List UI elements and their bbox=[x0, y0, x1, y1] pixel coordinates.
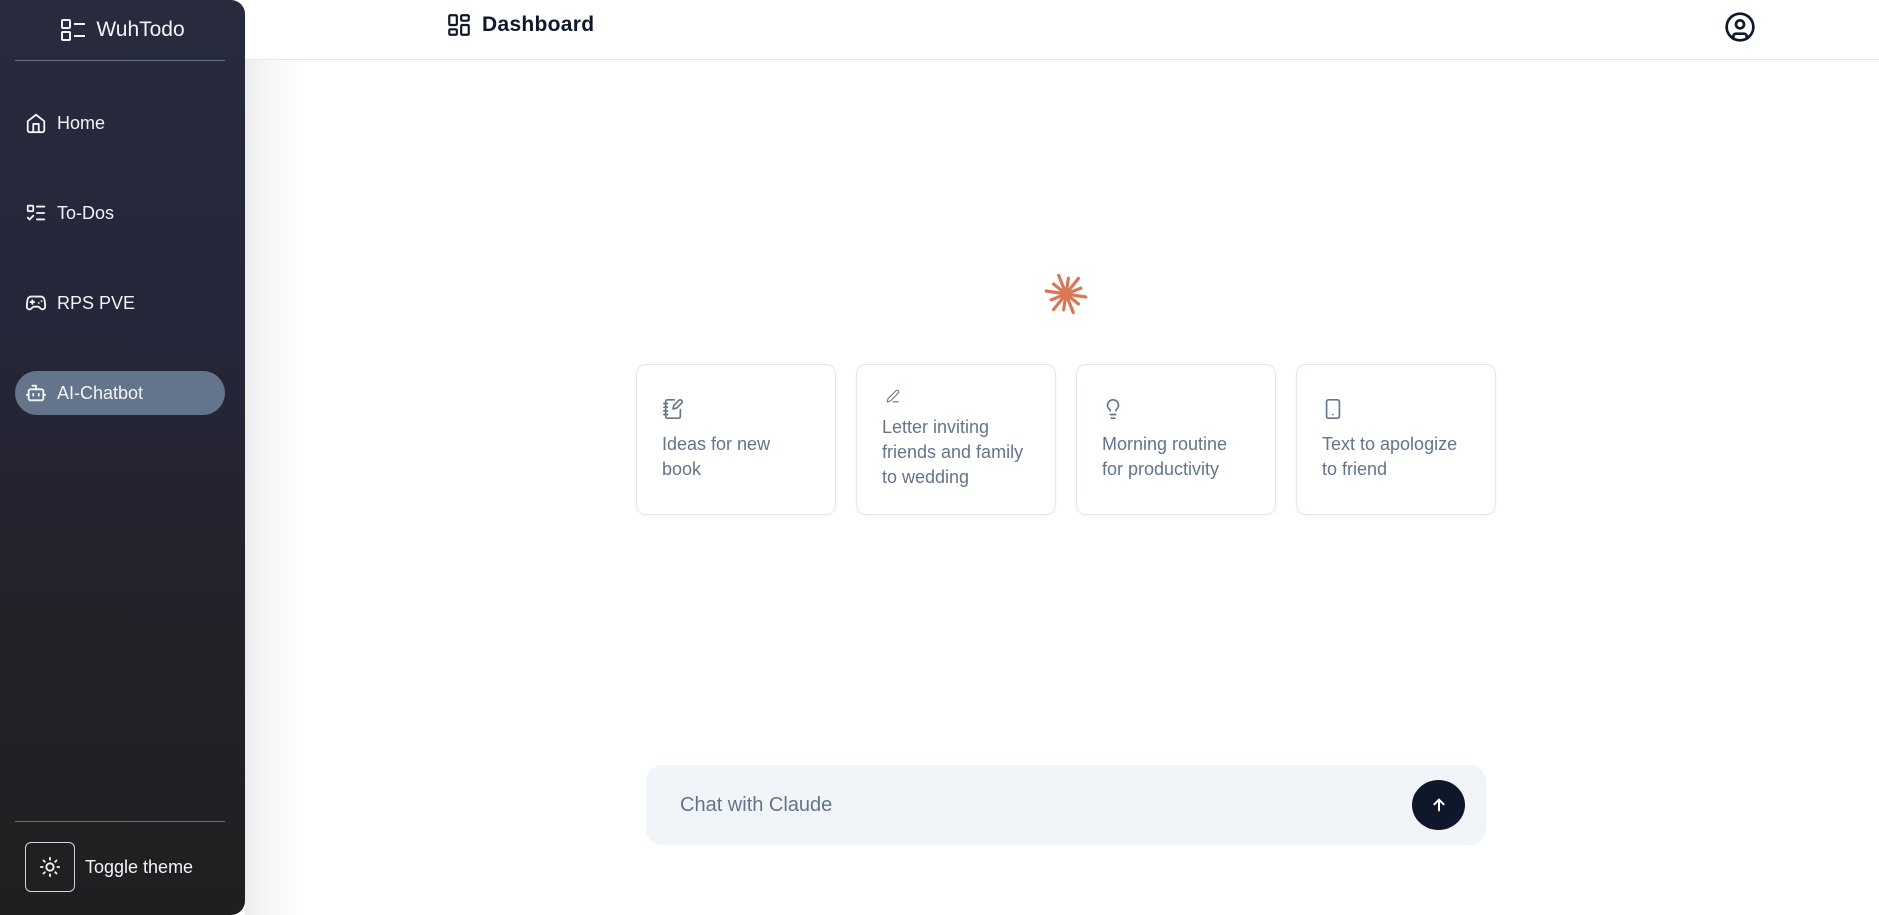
chat-box bbox=[646, 765, 1486, 845]
sidebar-shadow bbox=[245, 0, 305, 915]
dashboard-icon bbox=[448, 14, 470, 36]
user-circle-icon bbox=[1725, 12, 1755, 42]
sidebar-item-ai-chatbot[interactable]: AI-Chatbot bbox=[15, 371, 225, 415]
divider bbox=[15, 821, 225, 822]
sidebar-item-home[interactable]: Home bbox=[15, 101, 225, 145]
brand[interactable]: WuhTodo bbox=[0, 14, 245, 46]
sidebar-item-label: AI-Chatbot bbox=[57, 382, 144, 403]
page-title-text: Dashboard bbox=[482, 13, 595, 36]
sidebar: WuhTodo Home To-Dos RPS PVE AI-Chatbot T… bbox=[0, 0, 245, 915]
suggestion-card[interactable]: Letter inviting friends and family to we… bbox=[856, 364, 1056, 515]
page-title: Dashboard bbox=[446, 12, 594, 38]
notebook-pen-icon bbox=[663, 398, 683, 419]
app-name: WuhTodo bbox=[96, 18, 185, 41]
toggle-theme-button[interactable]: Toggle theme bbox=[25, 842, 193, 892]
suggestion-cards: Ideas for new book Letter inviting frien… bbox=[636, 364, 1496, 515]
sun-icon bbox=[39, 856, 61, 878]
toggle-theme-icon-box[interactable] bbox=[25, 842, 75, 892]
list-checks-icon bbox=[26, 204, 46, 221]
toggle-theme-label: Toggle theme bbox=[85, 856, 194, 877]
home-icon bbox=[26, 113, 46, 134]
app-logo-icon bbox=[61, 19, 86, 41]
suggestion-text: Letter inviting friends and family to we… bbox=[882, 417, 1024, 487]
suggestion-text: Ideas for new book bbox=[662, 433, 771, 479]
sidebar-item-rps-pve[interactable]: RPS PVE bbox=[15, 281, 225, 325]
bot-icon bbox=[25, 384, 47, 402]
arrow-up-icon bbox=[1432, 798, 1445, 812]
divider bbox=[15, 60, 225, 61]
suggestion-card[interactable]: Text to apologize to friend bbox=[1296, 364, 1496, 515]
pencil-icon bbox=[886, 389, 900, 403]
suggestion-card[interactable]: Ideas for new book bbox=[636, 364, 836, 515]
header: Dashboard bbox=[0, 0, 1879, 60]
sidebar-item-label: RPS PVE bbox=[57, 292, 136, 313]
tablet-icon bbox=[1325, 398, 1341, 419]
user-menu-button[interactable] bbox=[1724, 11, 1756, 43]
claude-sparkle-icon bbox=[1044, 273, 1088, 315]
suggestion-text: Text to apologize to friend bbox=[1322, 433, 1458, 479]
suggestion-text: Morning routine for productivity bbox=[1102, 433, 1228, 479]
suggestion-card[interactable]: Morning routine for productivity bbox=[1076, 364, 1276, 515]
lightbulb-icon bbox=[1106, 398, 1120, 419]
chat-input[interactable] bbox=[680, 783, 1380, 827]
send-button[interactable] bbox=[1412, 780, 1465, 830]
sidebar-item-todos[interactable]: To-Dos bbox=[15, 191, 225, 235]
sidebar-item-label: Home bbox=[57, 112, 106, 133]
gamepad-icon bbox=[25, 295, 47, 311]
sidebar-item-label: To-Dos bbox=[57, 202, 115, 223]
